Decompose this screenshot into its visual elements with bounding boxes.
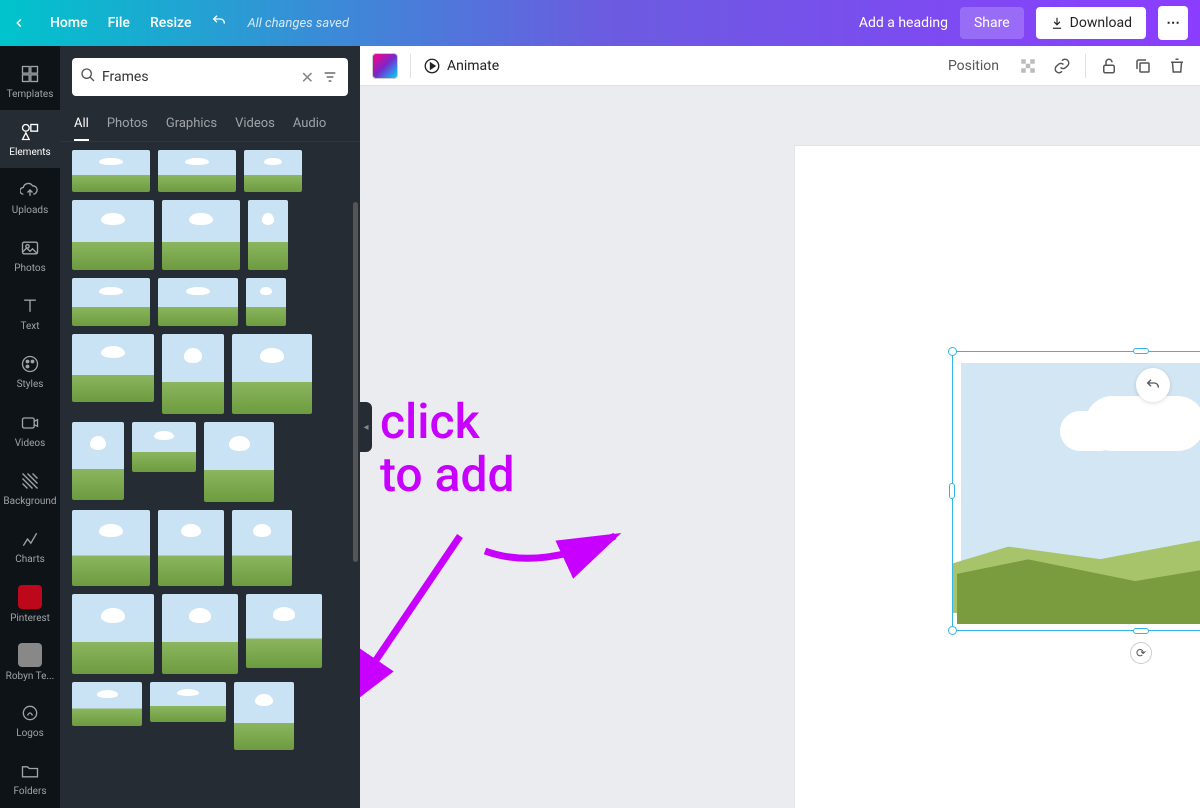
frame-thumb[interactable] xyxy=(72,200,154,270)
frame-thumb[interactable] xyxy=(72,334,154,402)
frame-thumb[interactable] xyxy=(248,200,288,270)
frame-thumb[interactable] xyxy=(244,150,302,192)
frame-thumb[interactable] xyxy=(158,510,224,586)
photos-icon xyxy=(19,237,41,259)
sidebar-item-logos[interactable]: Logos xyxy=(0,692,60,750)
videos-icon xyxy=(19,412,41,434)
frame-thumb[interactable] xyxy=(246,278,286,326)
add-heading-button[interactable]: Add a heading xyxy=(859,15,948,31)
uploads-icon xyxy=(19,179,41,201)
clear-search-icon[interactable]: ✕ xyxy=(301,68,314,87)
nav-sidebar: Templates Elements Uploads Photos Text S… xyxy=(0,46,60,808)
tab-graphics[interactable]: Graphics xyxy=(166,108,217,141)
sidebar-item-pinterest[interactable]: Pinterest xyxy=(0,575,60,633)
frame-thumb[interactable] xyxy=(232,510,292,586)
frame-thumb[interactable] xyxy=(132,422,196,472)
back-icon[interactable] xyxy=(12,14,30,32)
charts-icon xyxy=(19,528,41,550)
filter-tabs: All Photos Graphics Videos Audio xyxy=(60,108,360,142)
frame-results-grid xyxy=(72,150,348,750)
resize-handle-tl[interactable] xyxy=(948,347,957,356)
sidebar-item-text[interactable]: Text xyxy=(0,285,60,343)
frame-thumb[interactable] xyxy=(72,422,124,500)
frame-thumb[interactable] xyxy=(246,594,322,668)
sidebar-item-templates[interactable]: Templates xyxy=(0,52,60,110)
frame-thumb[interactable] xyxy=(72,682,142,726)
text-icon xyxy=(19,295,41,317)
templates-icon xyxy=(19,63,41,85)
sidebar-item-uploads[interactable]: Uploads xyxy=(0,168,60,226)
share-button[interactable]: Share xyxy=(960,7,1024,39)
more-menu-button[interactable]: ⋯ xyxy=(1158,6,1188,40)
frame-thumb[interactable] xyxy=(72,594,154,674)
styles-icon xyxy=(19,353,41,375)
frame-thumb[interactable] xyxy=(158,278,238,326)
tab-audio[interactable]: Audio xyxy=(293,108,326,141)
sidebar-item-robyn[interactable]: Robyn Te... xyxy=(0,634,60,692)
top-bar: Home File Resize All changes saved Add a… xyxy=(0,0,1200,46)
background-icon xyxy=(19,470,41,492)
frame-thumb[interactable] xyxy=(158,150,236,192)
elements-icon xyxy=(19,121,41,143)
sidebar-item-folders[interactable]: Folders xyxy=(0,750,60,808)
resize-menu[interactable]: Resize xyxy=(150,15,192,31)
resize-handle-b[interactable] xyxy=(1133,628,1149,634)
sidebar-item-elements[interactable]: Elements xyxy=(0,110,60,168)
search-input[interactable] xyxy=(102,69,295,85)
elements-panel: ✕ All Photos Graphics Videos Audio ◂ xyxy=(60,46,360,808)
frame-thumb[interactable] xyxy=(232,334,312,414)
download-button[interactable]: Download xyxy=(1036,7,1146,39)
floating-undo-button[interactable] xyxy=(1136,368,1170,402)
rotate-handle[interactable]: ⟳ xyxy=(1130,642,1152,664)
save-status: All changes saved xyxy=(247,16,348,31)
frame-thumb[interactable] xyxy=(234,682,294,750)
resize-handle-bl[interactable] xyxy=(948,626,957,635)
sidebar-item-charts[interactable]: Charts xyxy=(0,517,60,575)
frame-thumb[interactable] xyxy=(162,200,240,270)
home-link[interactable]: Home xyxy=(50,15,88,31)
canvas-toolbar: Animate Position xyxy=(360,46,1200,86)
frame-thumb[interactable] xyxy=(150,682,226,722)
resize-handle-t[interactable] xyxy=(1133,348,1149,354)
frame-thumb[interactable] xyxy=(162,594,238,674)
annotation-arrow-right xyxy=(480,521,630,585)
file-menu[interactable]: File xyxy=(108,15,130,31)
annotation-arrow-down xyxy=(360,526,470,730)
delete-icon[interactable] xyxy=(1166,55,1188,77)
annotation-text: click to add xyxy=(380,396,515,502)
logos-icon xyxy=(19,702,41,724)
folders-icon xyxy=(19,760,41,782)
animate-button[interactable]: Animate xyxy=(423,57,499,75)
sidebar-item-photos[interactable]: Photos xyxy=(0,226,60,284)
filter-icon[interactable] xyxy=(320,67,340,87)
frame-thumb[interactable] xyxy=(72,510,150,586)
frame-thumb[interactable] xyxy=(204,422,274,502)
frame-thumb[interactable] xyxy=(72,278,150,326)
canvas-stage[interactable]: ⟳ click to add xyxy=(360,86,1200,808)
sidebar-item-videos[interactable]: Videos xyxy=(0,401,60,459)
sidebar-item-styles[interactable]: Styles xyxy=(0,343,60,401)
frame-thumb[interactable] xyxy=(162,334,224,414)
position-button[interactable]: Position xyxy=(942,54,1005,78)
scrollbar[interactable] xyxy=(353,202,358,562)
canvas-area: Animate Position xyxy=(360,46,1200,808)
undo-icon[interactable] xyxy=(211,13,227,33)
search-box[interactable]: ✕ xyxy=(72,58,348,96)
duplicate-icon[interactable] xyxy=(1132,55,1154,77)
link-icon[interactable] xyxy=(1051,55,1073,77)
pinterest-icon xyxy=(18,585,42,609)
transparency-icon[interactable] xyxy=(1017,55,1039,77)
tab-all[interactable]: All xyxy=(74,108,89,141)
frame-thumb[interactable] xyxy=(72,150,150,192)
avatar-icon xyxy=(18,643,42,667)
lock-icon[interactable] xyxy=(1098,55,1120,77)
tab-photos[interactable]: Photos xyxy=(107,108,148,141)
resize-handle-l[interactable] xyxy=(949,483,955,499)
color-picker-button[interactable] xyxy=(372,53,398,79)
search-icon xyxy=(80,67,96,87)
sidebar-item-background[interactable]: Background xyxy=(0,459,60,517)
tab-videos[interactable]: Videos xyxy=(235,108,275,141)
